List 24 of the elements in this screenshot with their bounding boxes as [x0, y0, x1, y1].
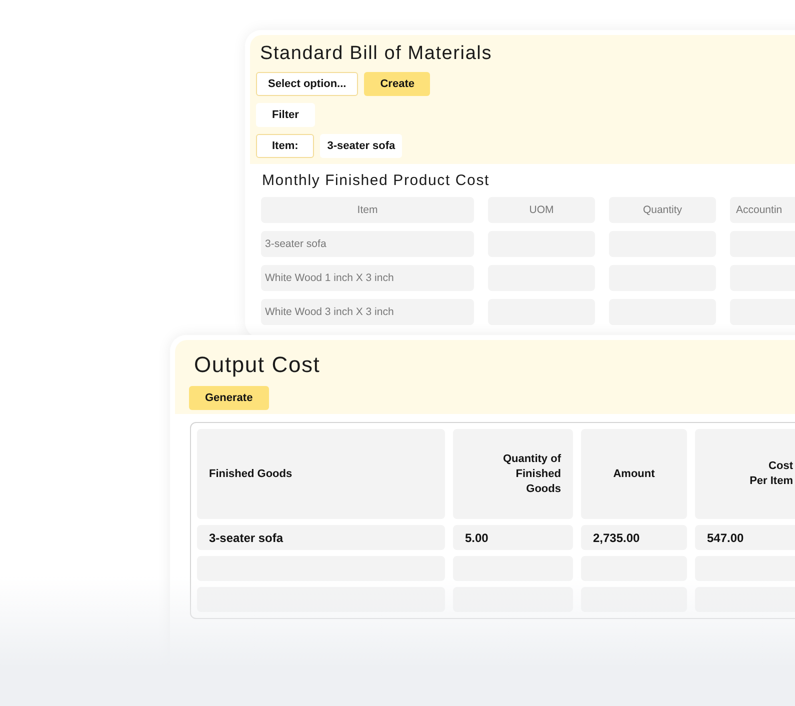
select-field[interactable]: Select option...	[256, 72, 358, 96]
table-cell: 2,735.00	[581, 525, 687, 550]
filter-button[interactable]: Filter	[256, 103, 315, 127]
column-header: UOM	[488, 197, 595, 223]
column-header: Finished Goods	[197, 429, 445, 519]
panel-title: Standard Bill of Materials	[259, 43, 494, 65]
table-cell: 5.00	[453, 525, 573, 550]
table-cell: 547.00	[695, 525, 795, 550]
generate-button[interactable]: Generate	[189, 386, 269, 410]
filter-value[interactable]: 3-seater sofa	[320, 134, 402, 158]
table-cell: White Wood 1 inch X 3 inch	[261, 265, 474, 291]
table-cell: 3-seater sofa	[197, 525, 445, 550]
column-header: Amount	[581, 429, 687, 519]
filter-label: Item:	[256, 134, 314, 158]
create-button[interactable]: Create	[364, 72, 430, 96]
table-cell: White Wood 3 inch X 3 inch	[261, 299, 474, 325]
column-header: Cost Per Item	[695, 429, 795, 519]
table-cell: 3-seater sofa	[261, 231, 474, 257]
panel-title: Output Cost	[193, 352, 322, 378]
column-header: Item	[261, 197, 474, 223]
column-header: Quantity	[609, 197, 716, 223]
column-header: Accountin	[730, 197, 795, 223]
section-title: Monthly Finished Product Cost	[261, 172, 490, 189]
column-header: Quantity of Finished Goods	[453, 429, 573, 519]
